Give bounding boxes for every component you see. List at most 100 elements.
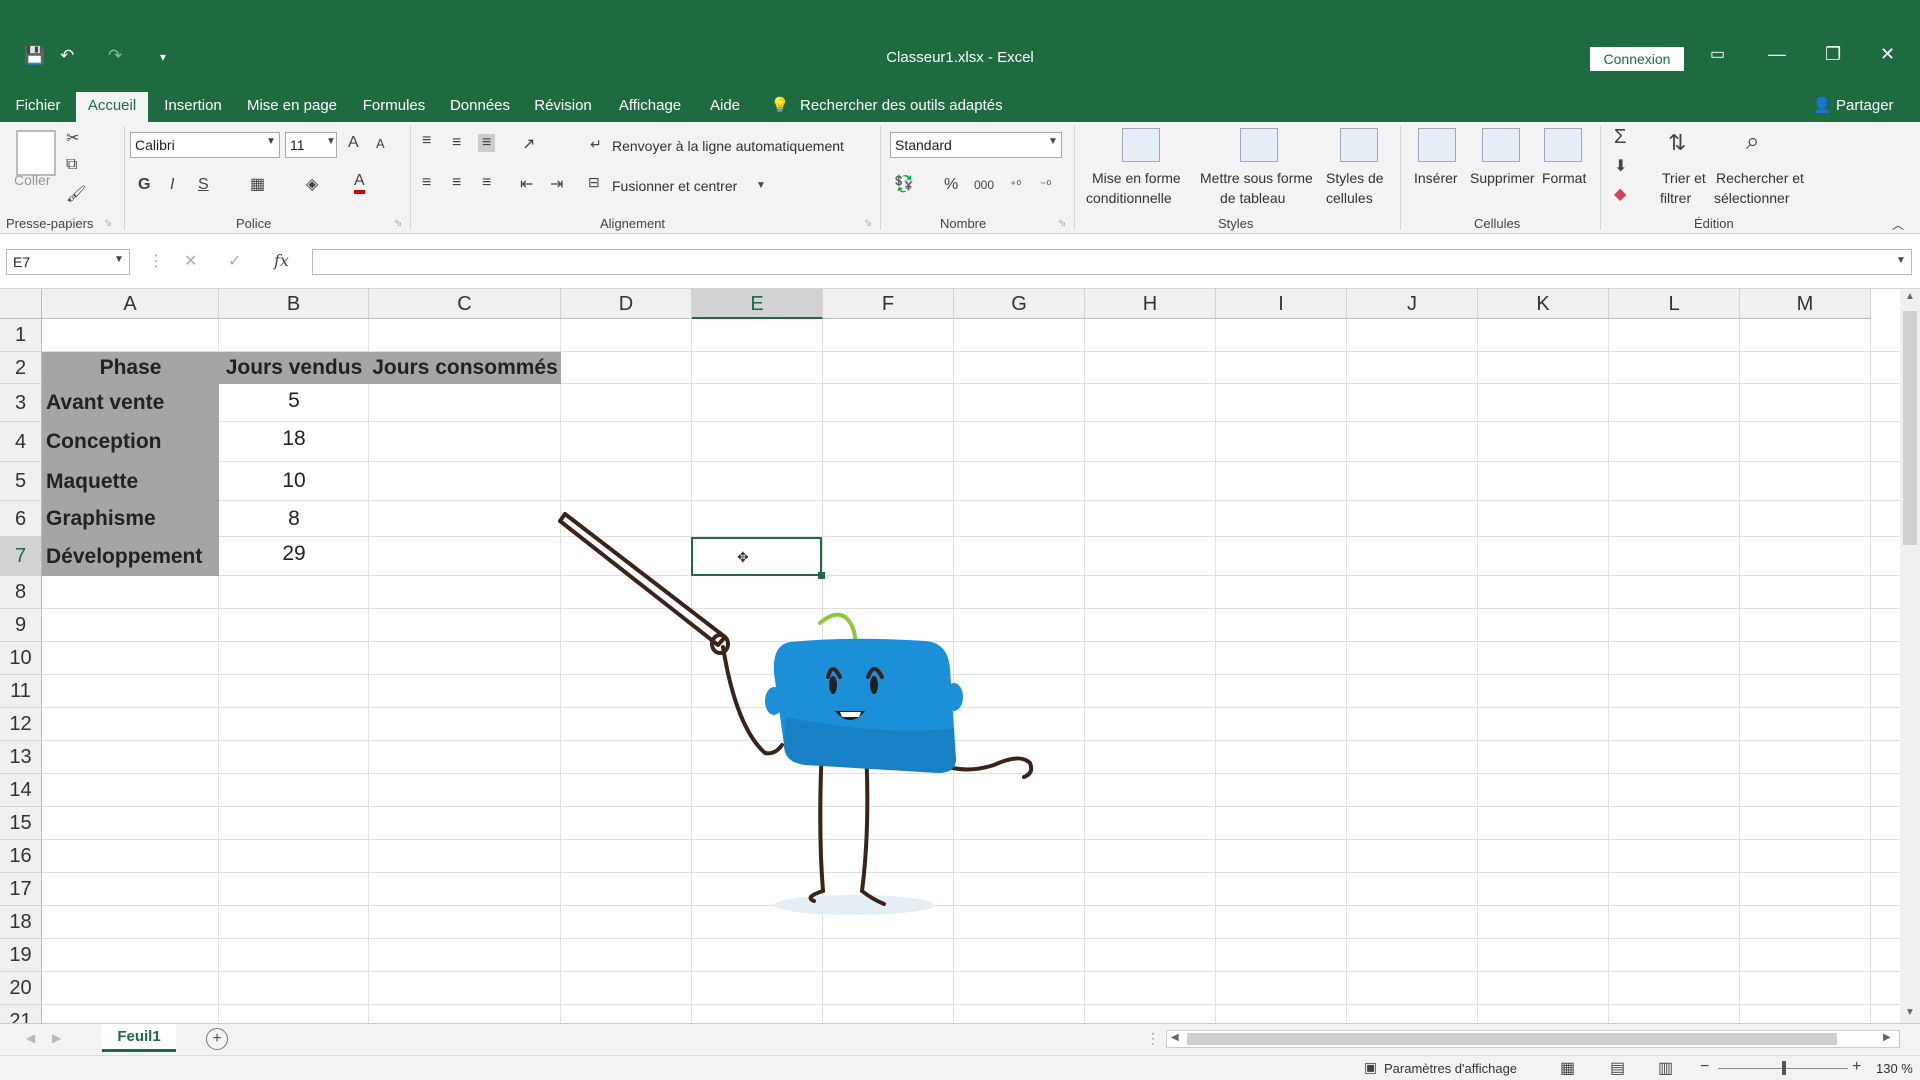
merge-center-button[interactable]: Fusionner et centrer bbox=[612, 178, 737, 194]
align-middle-icon[interactable]: ≡ bbox=[452, 134, 461, 152]
tab-aide[interactable]: Aide bbox=[700, 92, 750, 122]
row-header-17[interactable]: 17 bbox=[0, 873, 42, 906]
vertical-scrollbar[interactable]: ▲ ▼ bbox=[1900, 289, 1920, 1023]
cell-jours-vendus[interactable]: 29 bbox=[219, 537, 369, 576]
close-icon[interactable]: ✕ bbox=[1880, 44, 1895, 65]
insert-cells-button[interactable]: Insérer bbox=[1414, 170, 1458, 186]
cell-styles-button[interactable]: Styles de bbox=[1326, 170, 1384, 186]
conditional-format-label[interactable]: conditionnelle bbox=[1086, 190, 1172, 206]
row-header-19[interactable]: 19 bbox=[0, 939, 42, 972]
row-header-20[interactable]: 20 bbox=[0, 972, 42, 1005]
collapse-ribbon-icon[interactable]: ︿ bbox=[1892, 216, 1904, 233]
dialog-launcher-icon[interactable]: ⬂ bbox=[104, 218, 112, 229]
row-header-12[interactable]: 12 bbox=[0, 708, 42, 741]
tab-insertion[interactable]: Insertion bbox=[156, 92, 230, 122]
tab-affichage[interactable]: Affichage bbox=[608, 92, 692, 122]
cell-phase[interactable]: Maquette bbox=[42, 462, 219, 501]
ribbon-display-icon[interactable]: ▭ bbox=[1710, 44, 1725, 64]
copy-icon[interactable]: ⧉ bbox=[66, 156, 77, 174]
borders-icon[interactable]: ▦ bbox=[250, 174, 265, 194]
align-center-icon[interactable]: ≡ bbox=[452, 174, 461, 192]
header-cell-jours-vendus[interactable]: Jours vendus bbox=[219, 352, 369, 384]
underline-button[interactable]: S bbox=[198, 176, 209, 194]
row-header-4[interactable]: 4 bbox=[0, 422, 42, 462]
merge-icon[interactable]: ⊟ bbox=[588, 174, 600, 191]
column-header-h[interactable]: H bbox=[1085, 289, 1216, 319]
cell-phase[interactable]: Conception bbox=[42, 422, 219, 462]
row-header-14[interactable]: 14 bbox=[0, 774, 42, 807]
header-cell-jours-consommes[interactable]: Jours consommés bbox=[369, 352, 561, 384]
row-header-18[interactable]: 18 bbox=[0, 906, 42, 939]
delete-cells-button[interactable]: Supprimer bbox=[1470, 170, 1535, 186]
chevron-down-icon[interactable]: ▼ bbox=[114, 254, 124, 265]
insert-function-button[interactable]: fx bbox=[274, 251, 289, 270]
formula-input[interactable] bbox=[312, 249, 1912, 275]
chevron-down-icon[interactable]: ▼ bbox=[1048, 136, 1058, 147]
align-right-icon[interactable]: ≡ bbox=[482, 174, 491, 192]
cell-phase[interactable]: Graphisme bbox=[42, 501, 219, 537]
zoom-out-icon[interactable]: − bbox=[1700, 1058, 1709, 1076]
tab-mise-en-page[interactable]: Mise en page bbox=[240, 92, 344, 122]
column-header-l[interactable]: L bbox=[1609, 289, 1740, 319]
column-header-g[interactable]: G bbox=[954, 289, 1085, 319]
page-break-view-icon[interactable]: ▥ bbox=[1658, 1058, 1673, 1078]
column-header-i[interactable]: I bbox=[1216, 289, 1347, 319]
row-header-8[interactable]: 8 bbox=[0, 576, 42, 609]
row-header-11[interactable]: 11 bbox=[0, 675, 42, 708]
format-as-table-button[interactable]: Mettre sous forme bbox=[1200, 170, 1313, 186]
cell-phase[interactable]: Avant vente bbox=[42, 384, 219, 422]
delete-cells-icon[interactable] bbox=[1482, 128, 1520, 162]
minimize-icon[interactable]: — bbox=[1768, 44, 1786, 65]
row-header-3[interactable]: 3 bbox=[0, 384, 42, 422]
row-header-6[interactable]: 6 bbox=[0, 501, 42, 537]
column-header-j[interactable]: J bbox=[1347, 289, 1478, 319]
page-layout-view-icon[interactable]: ▤ bbox=[1610, 1058, 1625, 1078]
horizontal-scrollbar[interactable]: ◀ ▶ bbox=[1166, 1030, 1900, 1048]
display-settings-button[interactable]: Paramètres d'affichage bbox=[1384, 1061, 1517, 1076]
select-all-corner[interactable] bbox=[0, 289, 42, 319]
row-header-13[interactable]: 13 bbox=[0, 741, 42, 774]
column-header-c[interactable]: C bbox=[369, 289, 561, 319]
tell-me-search[interactable]: Rechercher des outils adaptés bbox=[800, 92, 1003, 122]
cell-styles-icon[interactable] bbox=[1340, 128, 1378, 162]
previous-sheet-icon[interactable]: ◀ bbox=[26, 1031, 35, 1045]
wrap-text-button[interactable]: Renvoyer à la ligne automatiquement bbox=[612, 138, 844, 154]
fill-down-icon[interactable]: ⬇ bbox=[1614, 156, 1627, 176]
name-box[interactable]: E7 bbox=[6, 249, 130, 275]
format-cells-icon[interactable] bbox=[1544, 128, 1582, 162]
italic-button[interactable]: I bbox=[170, 176, 174, 194]
scroll-left-icon[interactable]: ◀ bbox=[1171, 1032, 1179, 1043]
sort-filter-icon[interactable]: ⇅ bbox=[1668, 130, 1686, 156]
number-format-combo[interactable]: Standard bbox=[890, 132, 1062, 158]
cell-styles-label[interactable]: cellules bbox=[1326, 190, 1373, 206]
row-header-5[interactable]: 5 bbox=[0, 462, 42, 501]
cell-jours-vendus[interactable]: 10 bbox=[219, 462, 369, 501]
restore-icon[interactable]: ❐ bbox=[1825, 44, 1841, 65]
paste-icon[interactable] bbox=[16, 130, 56, 176]
bold-button[interactable]: G bbox=[138, 176, 150, 194]
row-header-15[interactable]: 15 bbox=[0, 807, 42, 840]
thousands-button[interactable]: 000 bbox=[974, 178, 994, 192]
conditional-format-button[interactable]: Mise en forme bbox=[1092, 170, 1181, 186]
sort-filter-button[interactable]: Trier et bbox=[1662, 170, 1706, 186]
dialog-launcher-icon[interactable]: ⬂ bbox=[1058, 218, 1066, 229]
add-sheet-icon[interactable]: + bbox=[206, 1028, 228, 1050]
cell-jours-vendus[interactable]: 8 bbox=[219, 501, 369, 537]
align-top-icon[interactable]: ≡ bbox=[422, 132, 431, 150]
cell-jours-vendus[interactable]: 5 bbox=[219, 384, 369, 422]
display-settings-icon[interactable]: ▣ bbox=[1364, 1059, 1377, 1076]
tab-donnees[interactable]: Données bbox=[442, 92, 518, 122]
grow-font-icon[interactable]: A bbox=[348, 134, 359, 152]
normal-view-icon[interactable]: ▦ bbox=[1560, 1058, 1575, 1078]
share-button[interactable]: Partager bbox=[1836, 92, 1894, 122]
align-left-icon[interactable]: ≡ bbox=[422, 174, 431, 192]
column-header-m[interactable]: M bbox=[1740, 289, 1871, 319]
decrease-indent-icon[interactable]: ⇤ bbox=[520, 174, 533, 194]
align-bottom-icon[interactable]: ≡ bbox=[478, 134, 496, 152]
percent-button[interactable]: % bbox=[944, 176, 958, 194]
row-header-2[interactable]: 2 bbox=[0, 352, 42, 384]
scroll-thumb[interactable] bbox=[1903, 311, 1917, 545]
row-header-1[interactable]: 1 bbox=[0, 319, 42, 352]
increase-indent-icon[interactable]: ⇥ bbox=[550, 174, 563, 194]
shrink-font-icon[interactable]: A bbox=[376, 136, 385, 151]
